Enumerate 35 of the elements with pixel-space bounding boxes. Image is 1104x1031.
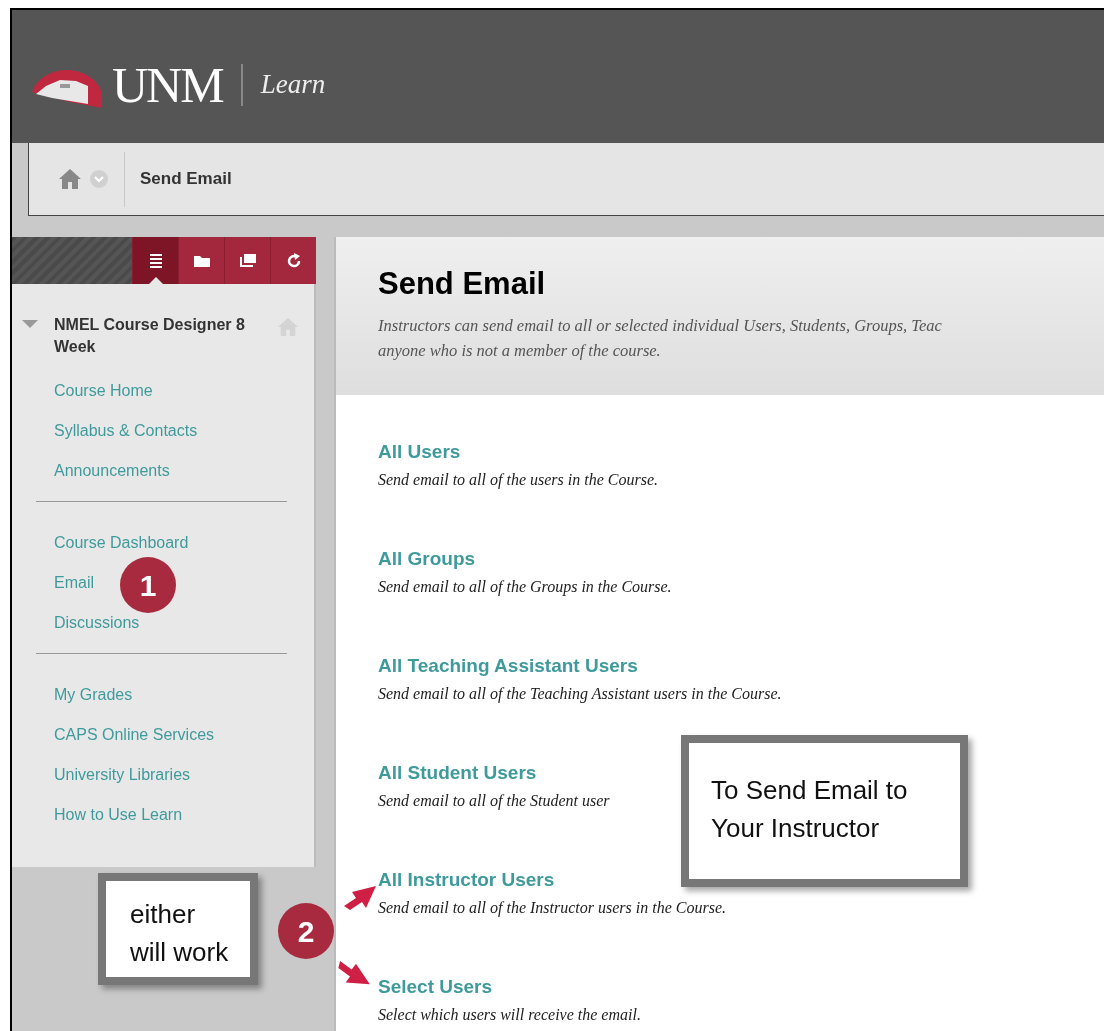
option-description: Select which users will receive the email. <box>378 1005 641 1025</box>
breadcrumb-current: Send Email <box>139 168 232 191</box>
sidebar-link[interactable]: Announcements <box>54 461 170 481</box>
option-description: Send email to all of the Student user <box>378 791 610 812</box>
option-link[interactable]: All Instructor Users <box>378 868 555 892</box>
sidebar-link[interactable]: University Libraries <box>54 765 191 785</box>
option-link[interactable]: All Groups <box>378 547 476 571</box>
callout-note: To Send Email to Your Instructor <box>681 735 968 887</box>
logo-text[interactable]: UNM <box>112 59 223 110</box>
sidebar-tab[interactable] <box>224 237 270 284</box>
option-link[interactable]: All Users <box>378 440 461 464</box>
sidebar-link[interactable]: Syllabus & Contacts <box>54 421 198 441</box>
option-description: Send email to all of the Groups in the Course. <box>378 577 672 598</box>
option-link[interactable]: Select Users <box>378 975 493 999</box>
sidebar-link[interactable]: CAPS Online Services <box>54 725 215 745</box>
option-description: Send email to all of the Teaching Assistant users in the Course. <box>378 684 782 705</box>
page-title: Send Email <box>378 265 547 303</box>
product-name: Learn <box>260 68 326 102</box>
page-description: Instructors can send email to all or selected individual Users, Students, Groups, Teac anyone who is not a member of the course. <box>378 315 943 362</box>
sidebar-link[interactable]: My Grades <box>54 685 133 705</box>
sidebar-tab[interactable] <box>178 237 224 284</box>
sidebar-link[interactable]: Discussions <box>54 613 140 633</box>
option-description: Send email to all of the users in the Course. <box>378 470 658 491</box>
option-description: Send email to all of the Instructor users in the Course. <box>378 898 726 919</box>
sidebar-link[interactable]: Email <box>54 573 94 593</box>
option-link[interactable]: All Teaching Assistant Users <box>378 654 638 678</box>
home-icon[interactable] <box>58 168 82 190</box>
sidebar-link[interactable]: Course Home <box>54 381 153 401</box>
sidebar-link[interactable]: How to Use Learn <box>54 805 183 825</box>
course-title: NMEL Course Designer 8 Week <box>54 315 246 357</box>
sidebar-tab[interactable] <box>270 237 316 284</box>
sidebar-tab[interactable] <box>132 237 178 284</box>
option-link[interactable]: All Student Users <box>378 761 537 785</box>
sidebar-link[interactable]: Course Dashboard <box>54 533 189 553</box>
callout-note: either will work <box>98 873 258 985</box>
